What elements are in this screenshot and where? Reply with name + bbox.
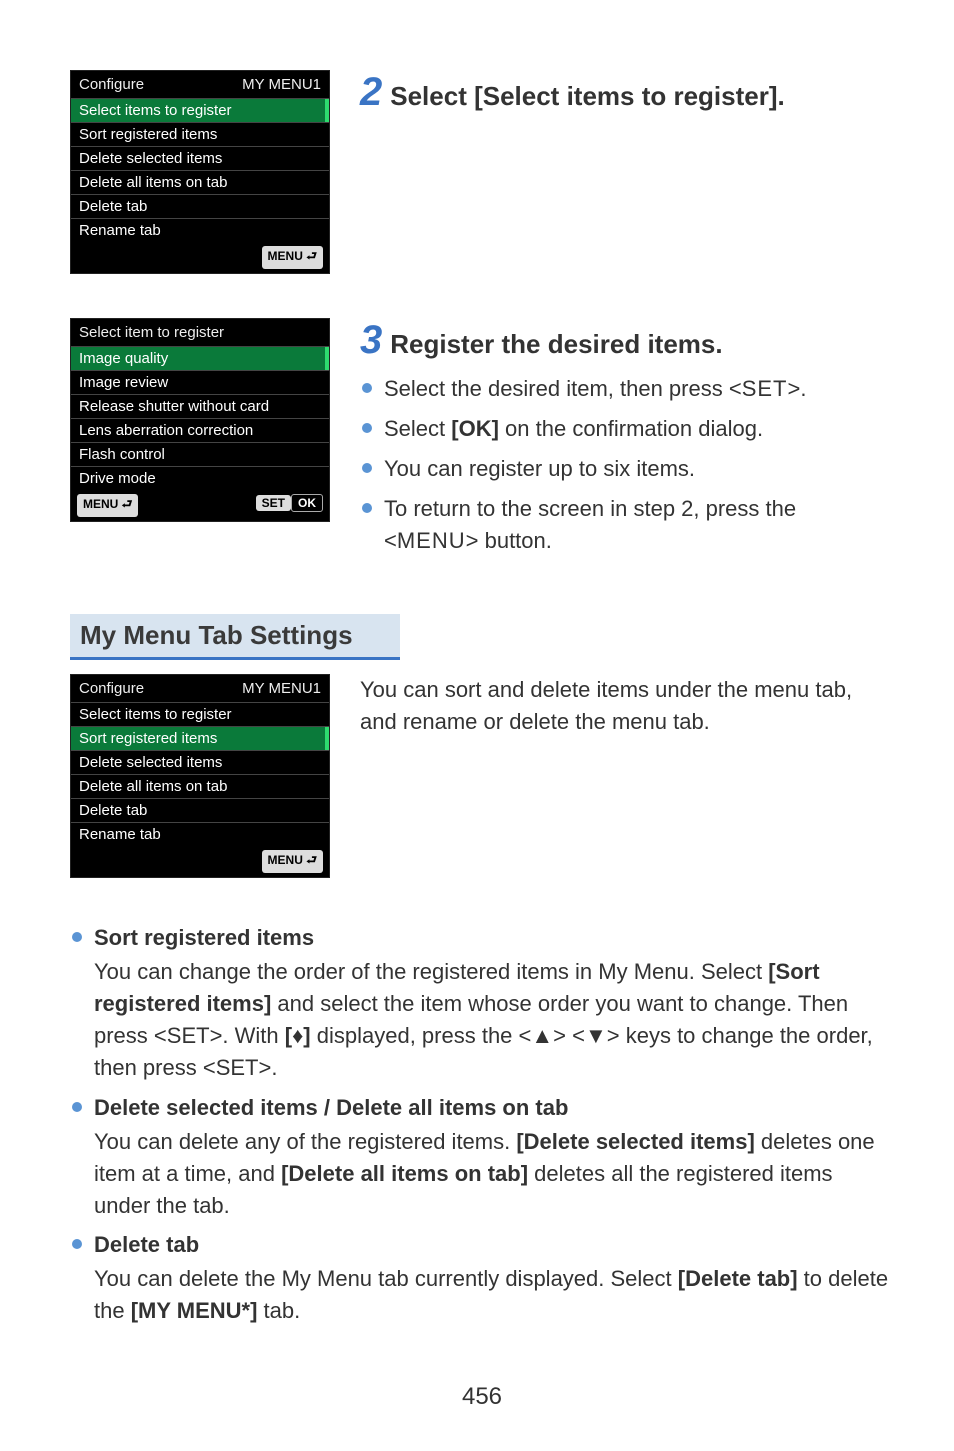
- lcd2-row-0: Image quality: [71, 346, 329, 370]
- set-glyph: SET: [167, 1023, 210, 1048]
- t: >.: [788, 376, 807, 401]
- lcd3-menu-pill: MENU ⮐: [262, 850, 323, 873]
- lcd3-row-2: Delete selected items: [71, 750, 329, 774]
- step3-b1: Select the desired item, then press <SET…: [384, 373, 894, 405]
- t: You can delete the My Menu tab currently…: [94, 1266, 678, 1291]
- t: on the confirmation dialog.: [499, 416, 763, 441]
- settings-bullets: Sort registered items You can change the…: [70, 922, 894, 1327]
- del-head: Delete selected items / Delete all items…: [94, 1095, 568, 1120]
- lcd2-set-pill: SET: [256, 495, 291, 511]
- lcd3-row-3: Delete all items on tab: [71, 774, 329, 798]
- lcd1-title-right: MY MENU1: [242, 76, 321, 93]
- del-body: You can delete any of the registered ite…: [94, 1126, 894, 1222]
- step3-b3: You can register up to six items.: [384, 453, 894, 485]
- intro-paragraph: You can sort and delete items under the …: [360, 674, 894, 738]
- lcd-configure-1: Configure MY MENU1 Select items to regis…: [70, 70, 330, 274]
- lcd1-row-0: Select items to register: [71, 98, 329, 122]
- t: > button.: [466, 528, 552, 553]
- lcd2-row-3: Lens aberration correction: [71, 418, 329, 442]
- deltab-body: You can delete the My Menu tab currently…: [94, 1263, 894, 1327]
- b: [Delete all items on tab]: [281, 1161, 528, 1186]
- lcd2-row-4: Flash control: [71, 442, 329, 466]
- t: > <: [553, 1023, 585, 1048]
- down-icon: ▼: [585, 1023, 607, 1048]
- lcd2-menu-pill: MENU ⮐: [77, 494, 138, 517]
- lcd1-menu-pill: MENU ⮐: [262, 246, 323, 269]
- delete-tab-item: Delete tab You can delete the My Menu ta…: [94, 1229, 894, 1327]
- b: [Delete selected items]: [516, 1129, 754, 1154]
- step-2-title: Select [Select items to register].: [390, 81, 784, 112]
- step3-b2: Select [OK] on the confirmation dialog.: [384, 413, 894, 445]
- menu-glyph: MENU: [397, 528, 466, 553]
- b: [MY MENU*]: [131, 1298, 258, 1323]
- t: tab.: [257, 1298, 300, 1323]
- t: Select: [384, 416, 451, 441]
- t: You can delete any of the registered ite…: [94, 1129, 516, 1154]
- delete-items-item: Delete selected items / Delete all items…: [94, 1092, 894, 1222]
- lcd1-row-3: Delete all items on tab: [71, 170, 329, 194]
- sort-head: Sort registered items: [94, 925, 314, 950]
- page-number: 456: [70, 1383, 894, 1411]
- t: Select the desired item, then press <: [384, 376, 742, 401]
- sort-body: You can change the order of the register…: [94, 956, 894, 1084]
- lcd1-row-1: Sort registered items: [71, 122, 329, 146]
- ok-bold: [OK]: [451, 416, 499, 441]
- lcd2-row-1: Image review: [71, 370, 329, 394]
- step-3-num: 3: [360, 318, 382, 363]
- lcd-select-item: Select item to register Image quality Im…: [70, 318, 330, 522]
- lcd2-row-2: Release shutter without card: [71, 394, 329, 418]
- set-glyph: SET: [742, 376, 788, 401]
- t: You can change the order of the register…: [94, 959, 768, 984]
- lcd1-row-2: Delete selected items: [71, 146, 329, 170]
- updown-icon: [♦]: [285, 1023, 311, 1048]
- lcd3-row-4: Delete tab: [71, 798, 329, 822]
- lcd1-title-left: Configure: [79, 76, 144, 93]
- step-3-bullets: Select the desired item, then press <SET…: [360, 373, 894, 556]
- step3-b4: To return to the screen in step 2, press…: [384, 493, 894, 557]
- t: displayed, press the <: [311, 1023, 532, 1048]
- b: [Delete tab]: [678, 1266, 798, 1291]
- lcd3-row-1: Sort registered items: [71, 726, 329, 750]
- lcd2-title: Select item to register: [79, 324, 224, 341]
- t: >.: [258, 1055, 277, 1080]
- lcd3-row-5: Rename tab: [71, 822, 329, 846]
- lcd1-row-4: Delete tab: [71, 194, 329, 218]
- set-glyph: SET: [216, 1055, 259, 1080]
- lcd3-title-left: Configure: [79, 680, 144, 697]
- lcd3-title-right: MY MENU1: [242, 680, 321, 697]
- section-heading: My Menu Tab Settings: [70, 614, 400, 660]
- up-icon: ▲: [531, 1023, 553, 1048]
- step-2-head: 2 Select [Select items to register].: [360, 70, 894, 115]
- lcd3-row-0: Select items to register: [71, 702, 329, 726]
- lcd2-ok-pill: OK: [291, 494, 323, 512]
- deltab-head: Delete tab: [94, 1232, 199, 1257]
- step-3-head: 3 Register the desired items.: [360, 318, 894, 363]
- step-3-title: Register the desired items.: [390, 329, 722, 360]
- lcd1-row-5: Rename tab: [71, 218, 329, 242]
- lcd-configure-2: Configure MY MENU1 Select items to regis…: [70, 674, 330, 878]
- step-2-num: 2: [360, 70, 382, 115]
- sort-item: Sort registered items You can change the…: [94, 922, 894, 1083]
- lcd2-row-5: Drive mode: [71, 466, 329, 490]
- t: >. With: [210, 1023, 285, 1048]
